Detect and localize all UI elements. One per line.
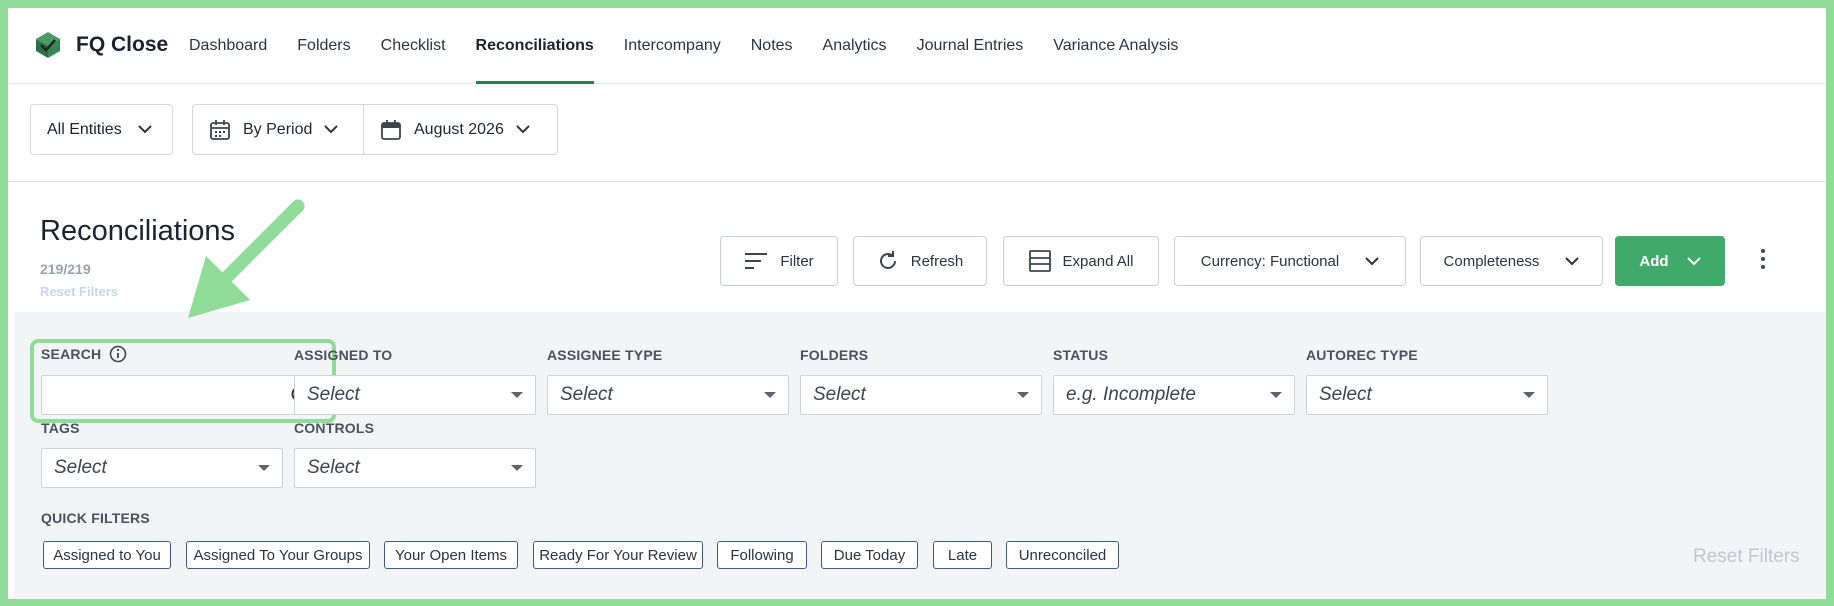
chevron-down-icon [1686,256,1701,265]
info-icon[interactable] [109,345,127,363]
caret-down-icon [1523,392,1535,398]
caret-down-icon [258,465,270,471]
assignee-type-value: Select [560,384,613,405]
period-label: August 2026 [414,120,504,138]
more-options-icon[interactable] [1753,241,1773,277]
tags-select[interactable]: Select [41,448,283,488]
quick-filter-open-items[interactable]: Your Open Items [384,541,518,569]
controls-select[interactable]: Select [294,448,536,488]
folders-select[interactable]: Select [800,375,1042,415]
app-name: FQ Close [76,33,169,56]
refresh-icon [879,251,896,269]
brand[interactable]: FQ Close [34,30,168,60]
period-mode-dropdown[interactable]: By Period [193,105,364,154]
tags-value: Select [54,457,107,478]
reset-filters-button[interactable]: Reset Filters [1693,546,1800,568]
quick-filter-due-today[interactable]: Due Today [821,541,918,569]
nav-dashboard[interactable]: Dashboard [189,8,267,84]
assigned-to-label: ASSIGNED TO [294,347,393,363]
completeness-label: Completeness [1443,252,1540,270]
nav-folders[interactable]: Folders [297,8,350,84]
quick-filter-unreconciled[interactable]: Unreconciled [1006,541,1119,569]
chevron-down-icon [1565,256,1580,265]
controls-label: CONTROLS [294,420,375,436]
expand-all-label: Expand All [1062,252,1134,270]
quick-filter-assigned-to-you[interactable]: Assigned to You [43,541,171,569]
expand-all-button[interactable]: Expand All [1003,236,1159,286]
refresh-button-label: Refresh [910,252,964,270]
add-button-label: Add [1639,252,1669,270]
caret-down-icon [511,392,523,398]
folders-value: Select [813,384,866,405]
quick-filter-ready-for-review[interactable]: Ready For Your Review [533,541,703,569]
expand-rows-icon [1028,250,1051,272]
filter-button[interactable]: Filter [720,236,838,286]
assigned-to-select[interactable]: Select [294,375,536,415]
nav-analytics[interactable]: Analytics [823,8,887,84]
quick-filter-late[interactable]: Late [933,541,992,569]
add-button[interactable]: Add [1615,236,1725,286]
assigned-to-value: Select [307,384,360,405]
status-value: e.g. Incomplete [1066,384,1196,405]
caret-down-icon [1017,392,1029,398]
chevron-down-icon [324,125,339,134]
autorec-type-select[interactable]: Select [1306,375,1548,415]
entities-dropdown[interactable]: All Entities [30,104,173,155]
period-dropdown[interactable]: August 2026 [364,105,530,154]
calendar-icon [381,119,401,140]
filter-button-label: Filter [780,252,814,270]
controls-value: Select [307,457,360,478]
filter-lines-icon [745,253,768,269]
status-label: STATUS [1053,347,1109,363]
tags-label: TAGS [41,420,80,436]
calendar-icon [210,119,230,140]
nav-notes[interactable]: Notes [751,8,793,84]
caret-down-icon [511,465,523,471]
period-selector: By Period August 2026 [192,104,558,155]
nav-reconciliations[interactable]: Reconciliations [475,8,595,84]
nav-journal-entries[interactable]: Journal Entries [917,8,1024,84]
app-window: FQ Close Dashboard Folders Checklist Rec… [8,8,1826,599]
chevron-down-icon [137,125,152,134]
caret-down-icon [764,392,776,398]
caret-down-icon [1270,392,1282,398]
autorec-type-value: Select [1319,384,1372,405]
assignee-type-select[interactable]: Select [547,375,789,415]
refresh-button[interactable]: Refresh [853,236,987,286]
search-label: SEARCH [41,346,102,362]
logo-icon [36,32,60,58]
reset-filters-link[interactable]: Reset Filters [40,284,118,299]
folders-label: FOLDERS [800,347,869,363]
quick-filter-assigned-to-groups[interactable]: Assigned To Your Groups [186,541,370,569]
nav-checklist[interactable]: Checklist [381,8,446,84]
assignee-type-label: ASSIGNEE TYPE [547,347,663,363]
currency-label: Currency: Functional [1200,252,1340,270]
context-bar: All Entities By Period August 2026 [8,84,1826,182]
nav-variance-analysis[interactable]: Variance Analysis [1053,8,1178,84]
chevron-down-icon [1365,256,1379,265]
chevron-down-icon [516,125,530,134]
annotation-arrow-icon [188,199,305,318]
autorec-type-label: AUTOREC TYPE [1306,347,1418,363]
result-count: 219/219 [40,261,91,277]
quick-filters-label: QUICK FILTERS [41,510,150,526]
nav-tabs: Dashboard Folders Checklist Reconciliati… [189,8,1208,84]
completeness-dropdown[interactable]: Completeness [1420,236,1603,286]
period-mode-label: By Period [243,120,313,138]
search-input[interactable] [41,375,323,415]
search-label-group: SEARCH [41,345,127,363]
quick-filter-following[interactable]: Following [717,541,807,569]
currency-dropdown[interactable]: Currency: Functional [1174,236,1406,286]
status-select[interactable]: e.g. Incomplete [1053,375,1295,415]
nav-intercompany[interactable]: Intercompany [624,8,721,84]
entities-label: All Entities [47,120,122,138]
top-nav: FQ Close Dashboard Folders Checklist Rec… [8,8,1826,84]
